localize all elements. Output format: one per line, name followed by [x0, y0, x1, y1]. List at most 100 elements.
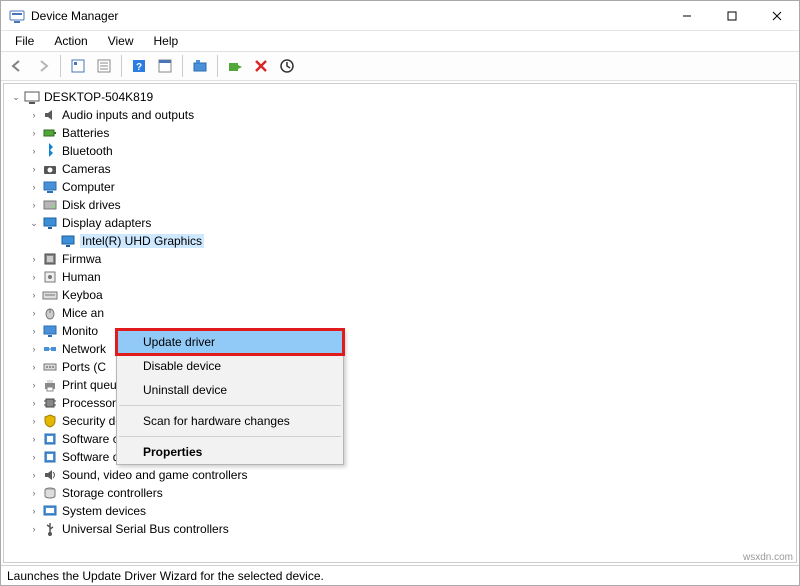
tree-category-node[interactable]: ›Storage controllers	[28, 484, 790, 502]
svg-text:?: ?	[136, 62, 142, 73]
expander-icon[interactable]: ›	[28, 163, 40, 175]
monitor-icon	[42, 323, 58, 339]
close-button[interactable]	[754, 1, 799, 31]
tree-category-label: Sound, video and game controllers	[62, 468, 247, 482]
expander-icon[interactable]: ›	[28, 271, 40, 283]
expander-icon[interactable]: ›	[28, 397, 40, 409]
tree-root-node[interactable]: ⌄ DESKTOP-504K819	[10, 88, 790, 106]
disable-device-button[interactable]	[249, 54, 273, 78]
context-menu-item-uninstall-device[interactable]: Uninstall device	[117, 378, 343, 402]
tree-category-label: Cameras	[62, 162, 111, 176]
expander-icon[interactable]: ›	[28, 145, 40, 157]
expander-icon[interactable]: ›	[28, 199, 40, 211]
tree-device-label: Intel(R) UHD Graphics	[80, 234, 204, 248]
tree-root-label: DESKTOP-504K819	[44, 90, 153, 104]
tree-category-node[interactable]: › Sound, video and game controllers	[28, 466, 790, 484]
expander-icon[interactable]: ›	[28, 451, 40, 463]
tree-category-label: Monito	[62, 324, 98, 338]
tree-category-node[interactable]: › Audio inputs and outputs	[28, 106, 790, 124]
tree-category-node[interactable]: ›Bluetooth	[28, 142, 790, 160]
system-icon	[42, 503, 58, 519]
context-menu-item-disable-device[interactable]: Disable device	[117, 354, 343, 378]
computer-root-icon	[24, 89, 40, 105]
tree-category-node[interactable]: › Mice an	[28, 304, 790, 322]
forward-button[interactable]	[31, 54, 55, 78]
minimize-button[interactable]	[664, 1, 709, 31]
menu-file[interactable]: File	[7, 32, 42, 50]
expander-icon[interactable]: ›	[28, 415, 40, 427]
context-menu-separator	[119, 405, 341, 406]
context-menu-item-update-driver[interactable]: Update driver	[117, 330, 343, 354]
context-menu-item-scan-for-hardware-changes[interactable]: Scan for hardware changes	[117, 409, 343, 433]
expander-icon[interactable]: ›	[28, 289, 40, 301]
menu-action[interactable]: Action	[46, 32, 95, 50]
expander-icon[interactable]: ›	[28, 379, 40, 391]
expander-icon[interactable]: ›	[28, 127, 40, 139]
back-button[interactable]	[5, 54, 29, 78]
toolbar-separator	[217, 55, 218, 77]
tree-category-node[interactable]: › Keyboa	[28, 286, 790, 304]
tree-category-node[interactable]: › Human	[28, 268, 790, 286]
expander-icon[interactable]: ›	[28, 253, 40, 265]
toolbar-separator	[60, 55, 61, 77]
show-hidden-button[interactable]	[66, 54, 90, 78]
properties-button[interactable]	[92, 54, 116, 78]
app-icon	[9, 8, 25, 24]
context-menu-item-properties[interactable]: Properties	[117, 440, 343, 464]
tree-category-node[interactable]: ›Universal Serial Bus controllers	[28, 520, 790, 538]
enable-device-button[interactable]	[223, 54, 247, 78]
display-icon	[42, 215, 58, 231]
expander-icon[interactable]: ›	[28, 109, 40, 121]
tree-category-label: Disk drives	[62, 198, 121, 212]
titlebar: Device Manager	[1, 1, 799, 31]
sound-icon	[42, 467, 58, 483]
tree-category-label: Keyboa	[62, 288, 103, 302]
tree-category-node[interactable]: ⌄Display adapters	[28, 214, 790, 232]
camera-icon	[42, 161, 58, 177]
tree-device-node[interactable]: Intel(R) UHD Graphics	[46, 232, 790, 250]
expander-icon[interactable]: ›	[28, 307, 40, 319]
printer-icon	[42, 377, 58, 393]
expander-icon[interactable]: ›	[28, 433, 40, 445]
expander-icon[interactable]: ›	[28, 523, 40, 535]
tree-category-label: Audio inputs and outputs	[62, 108, 194, 122]
audio-icon	[42, 107, 58, 123]
uninstall-device-button[interactable]	[275, 54, 299, 78]
expander-icon[interactable]: ›	[28, 469, 40, 481]
software-icon	[42, 431, 58, 447]
window-title: Device Manager	[31, 9, 118, 23]
tree-category-node[interactable]: ›Firmwa	[28, 250, 790, 268]
tree-category-node[interactable]: › Disk drives	[28, 196, 790, 214]
menu-help[interactable]: Help	[146, 32, 187, 50]
cpu-icon	[42, 395, 58, 411]
tree-category-node[interactable]: › System devices	[28, 502, 790, 520]
tree-category-label: Mice an	[62, 306, 104, 320]
watermark: wsxdn.com	[743, 552, 793, 563]
context-menu-separator	[119, 436, 341, 437]
menu-view[interactable]: View	[100, 32, 142, 50]
expander-icon[interactable]: ⌄	[28, 217, 40, 229]
expander-icon[interactable]: ›	[28, 343, 40, 355]
expander-icon[interactable]: ›	[28, 505, 40, 517]
tree-category-node[interactable]: ›Batteries	[28, 124, 790, 142]
expander-icon[interactable]: ›	[28, 325, 40, 337]
software-icon	[42, 449, 58, 465]
properties-alt-button[interactable]	[153, 54, 177, 78]
expander-icon[interactable]: ›	[28, 361, 40, 373]
expander-icon[interactable]: ›	[28, 181, 40, 193]
context-menu: Update driverDisable deviceUninstall dev…	[116, 329, 344, 465]
toolbar-separator	[121, 55, 122, 77]
help-button[interactable]: ?	[127, 54, 151, 78]
expander-spacer	[46, 235, 58, 247]
tree-category-label: System devices	[62, 504, 146, 518]
menubar: File Action View Help	[1, 31, 799, 51]
update-driver-toolbar-button[interactable]	[188, 54, 212, 78]
maximize-button[interactable]	[709, 1, 754, 31]
device-tree[interactable]: ⌄ DESKTOP-504K819 › Audio inputs and output…	[3, 83, 797, 563]
tree-category-label: Human	[62, 270, 101, 284]
status-text: Launches the Update Driver Wizard for th…	[7, 569, 324, 583]
tree-category-node[interactable]: › Cameras	[28, 160, 790, 178]
expander-icon[interactable]: ⌄	[10, 91, 22, 103]
tree-category-node[interactable]: ›Computer	[28, 178, 790, 196]
expander-icon[interactable]: ›	[28, 487, 40, 499]
